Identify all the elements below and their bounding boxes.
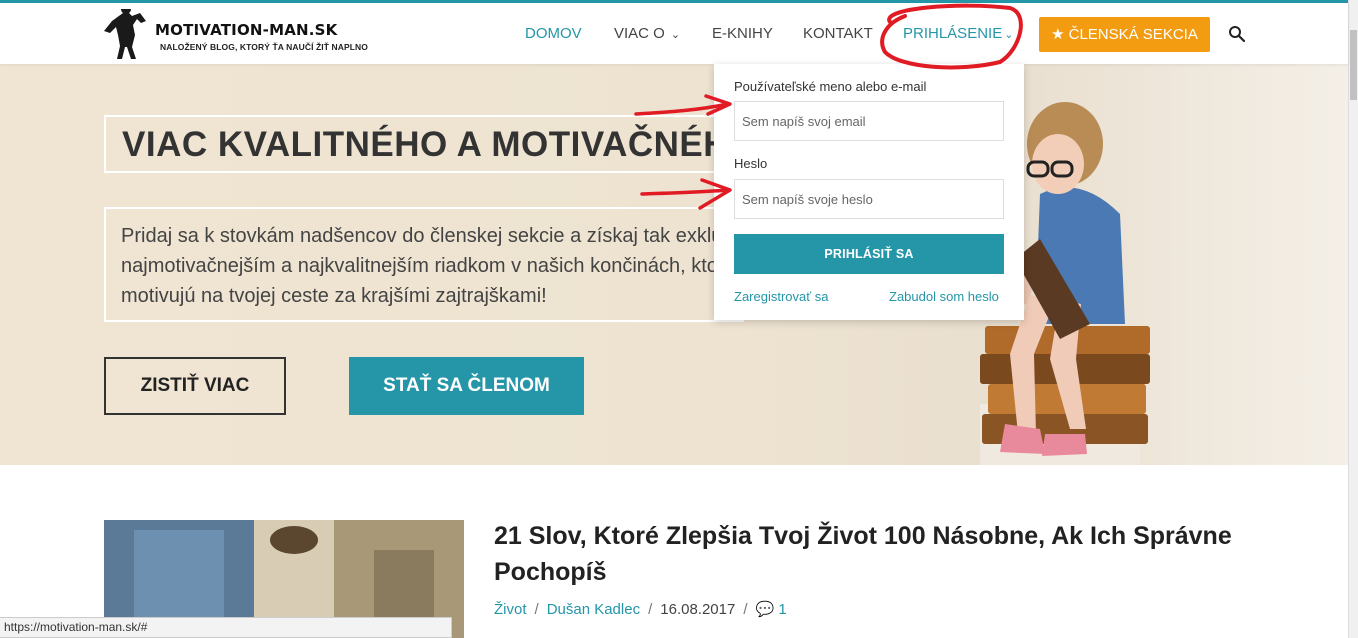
nav-item-prihlasenie[interactable]: PRIHLÁSENIE ⌄	[903, 25, 1013, 42]
chevron-down-icon: ⌄	[1004, 29, 1014, 41]
post-date: 16.08.2017	[660, 601, 736, 618]
become-member-button[interactable]: STAŤ SA ČLENOM	[349, 357, 584, 415]
browser-status-url: https://motivation-man.sk/#	[0, 617, 452, 638]
member-button-label: ČLENSKÁ SEKCIA	[1068, 26, 1198, 43]
site-logo[interactable]: MOTIVATION-MAN.SK NALOŽENÝ BLOG, KTORÝ Ť…	[103, 9, 383, 61]
page-scrollbar[interactable]	[1348, 0, 1358, 638]
post-category-link[interactable]: Život	[494, 601, 527, 618]
nav-item-e-knihy[interactable]: E-KNIHY	[712, 25, 773, 42]
login-dropdown: Používateľské meno alebo e-mail Heslo PR…	[714, 64, 1024, 320]
meta-separator: /	[648, 601, 653, 618]
forgot-password-link[interactable]: Zabudol som heslo	[889, 289, 999, 304]
scrollbar-thumb[interactable]	[1350, 30, 1357, 100]
post-comment-count[interactable]: 1	[778, 601, 786, 618]
logo-tagline: NALOŽENÝ BLOG, KTORÝ ŤA NAUČÍ ŽIŤ NAPLNO	[160, 42, 368, 52]
search-icon[interactable]	[1228, 25, 1246, 43]
nav-item-domov[interactable]: DOMOV	[525, 25, 582, 42]
register-link[interactable]: Zaregistrovať sa	[734, 289, 828, 304]
star-icon: ★	[1051, 26, 1065, 43]
hero-title: VIAC KVALITNÉHO A MOTIVAČNÉHO	[122, 125, 757, 164]
hero-text-box: Pridaj sa k stovkám nadšencov do členske…	[104, 207, 752, 322]
logo-name: MOTIVATION-MAN.SK	[155, 21, 338, 39]
hero-title-box: VIAC KVALITNÉHO A MOTIVAČNÉHO	[104, 115, 756, 173]
nav-item-kontakt[interactable]: KONTAKT	[803, 25, 873, 42]
username-input[interactable]	[734, 101, 1004, 141]
meta-separator: /	[743, 601, 748, 618]
nav-item-viac-o[interactable]: VIAC O ⌄	[614, 25, 680, 42]
member-section-button[interactable]: ★ ČLENSKÁ SEKCIA	[1039, 17, 1210, 52]
username-label: Používateľské meno alebo e-mail	[734, 79, 927, 94]
nav-item-label: PRIHLÁSENIE	[903, 25, 1003, 42]
site-header: MOTIVATION-MAN.SK NALOŽENÝ BLOG, KTORÝ Ť…	[0, 3, 1348, 64]
superhero-logo-icon	[104, 9, 146, 59]
meta-separator: /	[534, 601, 539, 618]
post-title[interactable]: 21 Slov, Ktoré Zlepšia Tvoj Život 100 Ná…	[494, 518, 1274, 590]
password-label: Heslo	[734, 156, 768, 171]
hero-section: VIAC KVALITNÉHO A MOTIVAČNÉHO Pridaj sa …	[0, 64, 1348, 465]
learn-more-button[interactable]: ZISTIŤ VIAC	[104, 357, 286, 415]
post-meta: Život / Dušan Kadlec / 16.08.2017 / 💬 1	[494, 600, 787, 618]
chevron-down-icon: ⌄	[670, 29, 681, 41]
post-author-link[interactable]: Dušan Kadlec	[547, 601, 640, 618]
comment-icon[interactable]: 💬	[756, 601, 775, 618]
login-submit-button[interactable]: PRIHLÁSIŤ SA	[734, 234, 1004, 274]
nav-item-label: VIAC O	[614, 25, 665, 42]
password-input[interactable]	[734, 179, 1004, 219]
